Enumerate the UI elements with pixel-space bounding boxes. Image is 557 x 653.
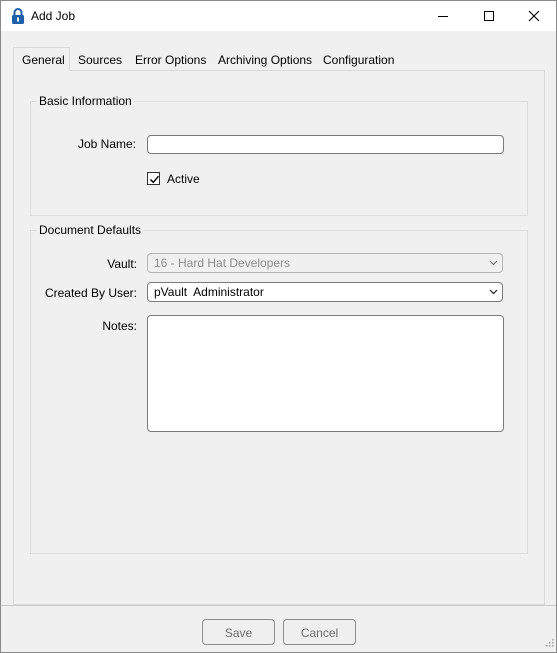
- notes-label: Notes:: [102, 319, 137, 333]
- active-label: Active: [167, 172, 200, 186]
- chevron-down-icon: [489, 260, 498, 266]
- created-by-user-select[interactable]: pVault Administrator: [147, 282, 503, 302]
- basic-information-group: Basic Information: [30, 94, 528, 216]
- close-button[interactable]: [511, 1, 557, 31]
- vault-label: Vault:: [107, 257, 137, 271]
- tab-sources[interactable]: Sources: [78, 49, 122, 71]
- chevron-down-icon: [489, 289, 498, 295]
- close-icon: [528, 10, 540, 22]
- tab-general[interactable]: General: [13, 47, 70, 71]
- padlock-icon: [11, 8, 25, 25]
- vault-select-value: 16 - Hard Hat Developers: [154, 256, 291, 270]
- created-by-user-value: pVault Administrator: [154, 285, 264, 299]
- window-title: Add Job: [31, 9, 76, 23]
- minimize-icon: [437, 10, 449, 22]
- tab-archiving-options[interactable]: Archiving Options: [218, 49, 312, 71]
- vault-select[interactable]: 16 - Hard Hat Developers: [147, 253, 503, 273]
- title-bar[interactable]: Add Job: [1, 1, 556, 31]
- minimize-button[interactable]: [420, 1, 466, 31]
- created-by-user-label: Created By User:: [44, 286, 137, 300]
- job-name-label: Job Name:: [77, 137, 136, 151]
- document-defaults-title: Document Defaults: [37, 223, 144, 237]
- tab-configuration[interactable]: Configuration: [323, 49, 394, 71]
- resize-grip-icon[interactable]: [544, 636, 554, 650]
- maximize-icon: [483, 10, 495, 22]
- job-name-input[interactable]: [147, 135, 504, 154]
- tab-error-options[interactable]: Error Options: [135, 49, 206, 71]
- tab-strip: General Sources Error Options Archiving …: [13, 47, 545, 71]
- save-button[interactable]: Save: [202, 619, 275, 645]
- maximize-button[interactable]: [466, 1, 512, 31]
- active-checkbox[interactable]: [147, 172, 160, 185]
- basic-information-title: Basic Information: [37, 94, 134, 108]
- add-job-window: Add Job General Sources Error Options Ar…: [0, 0, 557, 653]
- notes-textarea[interactable]: [147, 315, 504, 432]
- cancel-button[interactable]: Cancel: [283, 619, 356, 645]
- footer-divider: [1, 605, 556, 606]
- checkmark-icon: [150, 175, 160, 184]
